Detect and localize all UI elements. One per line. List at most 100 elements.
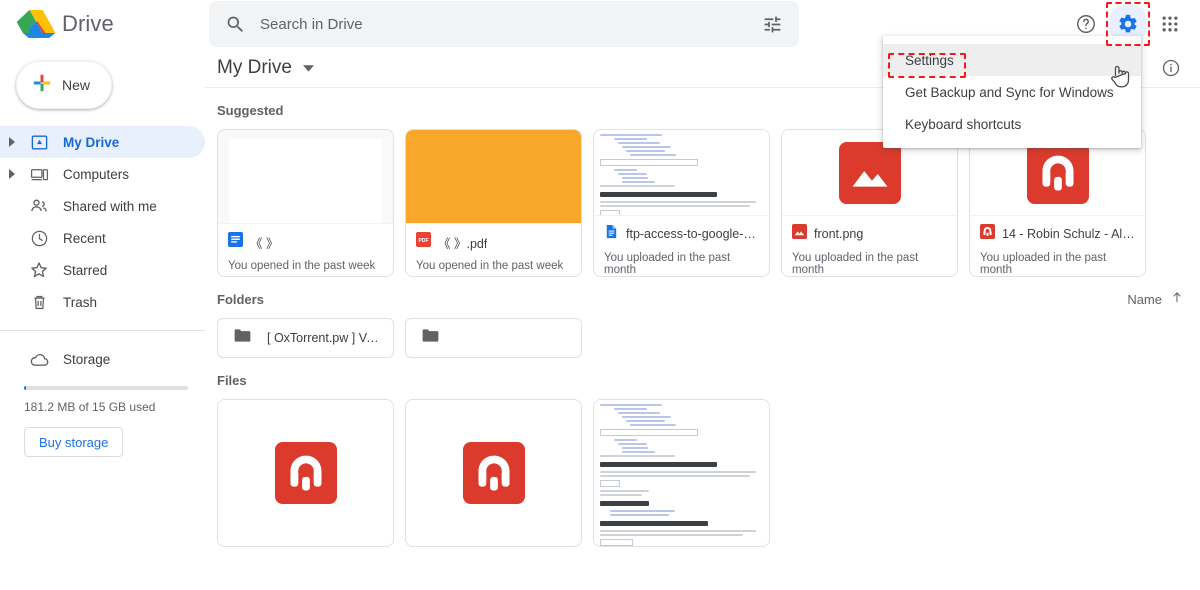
sidebar-label-starred: Starred — [63, 262, 108, 278]
sidebar-item-storage[interactable]: Storage — [0, 343, 205, 375]
audio-placeholder-thumb — [218, 400, 393, 546]
brand-name: Drive — [62, 11, 114, 36]
menu-item-get-backup-and-sync[interactable]: Get Backup and Sync for Windows — [883, 76, 1141, 108]
card-meta: front.png You uploaded in the past month — [782, 215, 957, 276]
sort-label: Name — [1127, 291, 1162, 307]
card-subtitle: You uploaded in the past month — [604, 252, 731, 276]
computers-icon — [24, 165, 54, 184]
sidebar-item-shared-with-me[interactable]: Shared with me — [0, 190, 205, 222]
breadcrumb-chevron-down-icon[interactable] — [302, 64, 314, 72]
folders-row: [ OxTorrent.pw ] VA - HI… — [205, 318, 1200, 358]
card-meta: ftp-access-to-google-dri… You uploaded i… — [594, 215, 769, 276]
brand[interactable]: Drive — [0, 7, 205, 41]
audio-icon — [980, 224, 995, 244]
sidebar-item-recent[interactable]: Recent — [0, 222, 205, 254]
sort-control[interactable]: Name — [1127, 290, 1184, 309]
folder-item[interactable]: [ OxTorrent.pw ] VA - HI… — [217, 318, 394, 358]
sidebar-label-storage: Storage — [63, 351, 111, 367]
google-apps-grid-icon[interactable] — [1150, 4, 1190, 44]
webpage-thumb — [594, 400, 769, 546]
sidebar-label-my-drive: My Drive — [63, 134, 120, 150]
storage-progress-bar — [24, 386, 188, 390]
sidebar-item-trash[interactable]: Trash — [0, 286, 205, 318]
card-title: 《 》.pdf — [438, 236, 488, 251]
drive-logo-icon — [16, 7, 56, 41]
card-meta: 《 》 You opened in the past week — [218, 223, 393, 276]
storage-progress-fill — [24, 386, 26, 390]
star-icon — [24, 260, 54, 280]
trash-icon — [24, 293, 54, 312]
files-title: Files — [217, 372, 247, 388]
card-thumbnail — [594, 130, 769, 215]
sidebar-label-trash: Trash — [63, 294, 98, 310]
settings-dropdown-menu: Settings Get Backup and Sync for Windows… — [883, 36, 1141, 148]
folder-icon — [232, 325, 253, 351]
arrow-up-icon[interactable] — [1170, 290, 1184, 309]
svg-text:PDF: PDF — [418, 238, 428, 244]
menu-item-settings[interactable]: Settings — [883, 44, 1141, 76]
cloud-icon — [24, 349, 54, 370]
card-subtitle: You opened in the past week — [228, 260, 376, 272]
new-button[interactable]: New — [16, 61, 112, 109]
sidebar-item-my-drive[interactable]: My Drive — [0, 126, 205, 158]
card-title: 《 》 — [250, 236, 279, 251]
card-subtitle: You opened in the past week — [416, 260, 564, 272]
folders-title: Folders — [217, 291, 264, 307]
card-subtitle: You uploaded in the past month — [980, 252, 1107, 276]
sidebar-label-recent: Recent — [63, 230, 106, 246]
chevron-right-icon[interactable] — [0, 137, 24, 147]
audio-placeholder-thumb — [406, 400, 581, 546]
sidebar: New My Drive Computers Shared with me Re… — [0, 48, 205, 590]
folder-icon — [420, 325, 441, 351]
file-card[interactable] — [593, 399, 770, 547]
file-card[interactable] — [405, 399, 582, 547]
folder-name: [ OxTorrent.pw ] VA - HI… — [267, 331, 382, 345]
card-subtitle: You uploaded in the past month — [792, 252, 919, 276]
blank-doc-thumb — [229, 139, 382, 223]
plus-icon — [31, 72, 53, 99]
info-icon[interactable] — [1154, 51, 1188, 85]
chevron-right-icon[interactable] — [0, 169, 24, 179]
card-meta: 14 - Robin Schulz - Alane… You uploaded … — [970, 215, 1145, 276]
card-meta: PDF 《 》.pdf You opened in the past week — [406, 223, 581, 276]
new-button-label: New — [62, 77, 91, 93]
card-title: ftp-access-to-google-dri… — [626, 227, 759, 241]
sidebar-label-shared-with-me: Shared with me — [63, 198, 157, 214]
orange-image-thumb — [406, 130, 581, 223]
my-drive-icon — [24, 133, 54, 152]
suggested-card[interactable]: PDF 《 》.pdf You opened in the past week — [405, 129, 582, 277]
card-thumbnail — [218, 130, 393, 223]
suggested-title: Suggested — [217, 102, 284, 118]
google-docs-icon — [228, 232, 243, 252]
files-row — [205, 399, 1200, 547]
sidebar-item-computers[interactable]: Computers — [0, 158, 205, 190]
buy-storage-button[interactable]: Buy storage — [24, 427, 124, 457]
menu-item-keyboard-shortcuts[interactable]: Keyboard shortcuts — [883, 108, 1141, 140]
search-icon — [225, 14, 246, 35]
files-section-header: Files — [205, 361, 1200, 399]
search-bar[interactable] — [209, 1, 799, 47]
sidebar-item-starred[interactable]: Starred — [0, 254, 205, 286]
drive-content: Suggested 《 》 You opened in the past wee… — [205, 88, 1200, 589]
card-title: 14 - Robin Schulz - Alane… — [1002, 227, 1135, 241]
search-input[interactable] — [246, 14, 753, 34]
search-options-icon[interactable] — [753, 5, 791, 43]
clock-icon — [24, 229, 54, 248]
storage-usage-text: 181.2 MB of 15 GB used — [24, 400, 156, 414]
google-docs-icon — [604, 224, 619, 244]
shared-people-icon — [24, 196, 54, 216]
folder-item[interactable] — [405, 318, 582, 358]
suggested-card[interactable]: 14 - Robin Schulz - Alane… You uploaded … — [969, 129, 1146, 277]
webpage-thumb — [594, 130, 769, 215]
suggested-card[interactable]: 《 》 You opened in the past week — [217, 129, 394, 277]
suggested-card[interactable]: front.png You uploaded in the past month — [781, 129, 958, 277]
file-card[interactable] — [217, 399, 394, 547]
folders-section-header: Folders Name — [205, 280, 1200, 318]
suggested-card-row: 《 》 You opened in the past week PDF 《 》.… — [205, 129, 1200, 277]
breadcrumb[interactable]: My Drive — [217, 57, 292, 79]
sidebar-label-computers: Computers — [63, 166, 130, 182]
image-icon — [792, 224, 807, 244]
card-thumbnail — [406, 130, 581, 223]
card-title: front.png — [814, 227, 864, 241]
suggested-card[interactable]: ftp-access-to-google-dri… You uploaded i… — [593, 129, 770, 277]
